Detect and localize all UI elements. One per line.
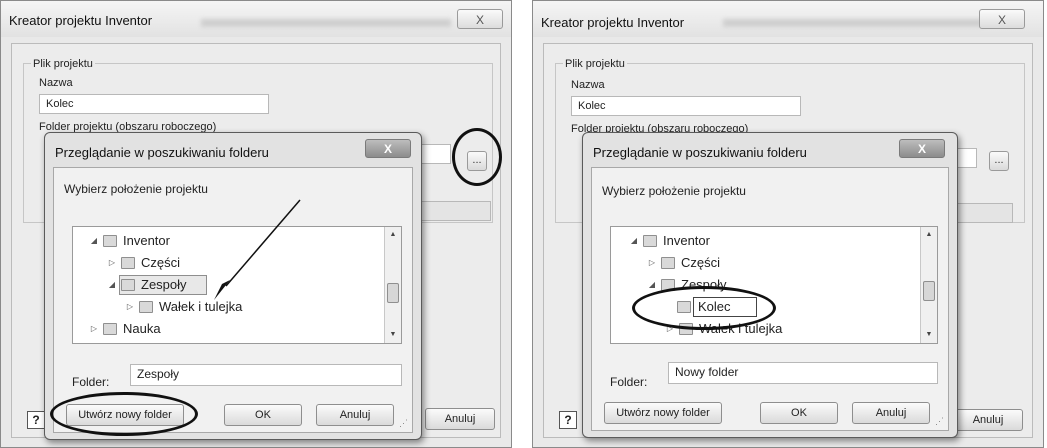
scroll-up-icon[interactable]: ▲	[921, 227, 937, 243]
expanded-arrow-icon[interactable]: ◢	[629, 231, 639, 251]
folder-name-input[interactable]: Nowy folder	[668, 362, 938, 384]
ok-button[interactable]: OK	[760, 402, 838, 424]
scroll-thumb[interactable]	[923, 281, 935, 301]
browse-button[interactable]: ...	[989, 151, 1009, 171]
annotation-arrow	[214, 199, 301, 300]
help-icon[interactable]: ?	[559, 411, 577, 429]
blurred-path	[723, 19, 983, 27]
left-screenshot: Kreator projektu Inventor X Plik projekt…	[0, 0, 512, 448]
dialog-prompt: Wybierz położenie projektu	[602, 184, 746, 198]
tree-item-label: Części	[681, 255, 721, 270]
wizard-title: Kreator projektu Inventor	[541, 15, 685, 30]
name-label: Nazwa	[571, 79, 605, 91]
wizard-close-button[interactable]: X	[979, 9, 1025, 29]
right-screenshot: Kreator projektu Inventor X Plik projekt…	[532, 0, 1044, 448]
group-label: Plik projektu	[563, 58, 627, 70]
folder-field-label: Folder:	[610, 375, 648, 389]
wizard-cancel-button[interactable]: Anuluj	[953, 409, 1023, 431]
wizard-title-bar: Kreator projektu Inventor X	[533, 1, 1043, 37]
tree-item[interactable]: ▷ Części	[611, 253, 937, 273]
dialog-close-button[interactable]: X	[899, 139, 945, 158]
folder-tree[interactable]: ◢ Inventor ▷ Części ◢ Zespoły Kolec ▷ Wa…	[610, 226, 938, 344]
tree-scrollbar[interactable]: ▲ ▼	[920, 227, 937, 343]
resize-grip-icon[interactable]: ⋰	[935, 416, 944, 427]
tree-item[interactable]: ◢ Inventor	[611, 231, 937, 251]
tree-item-label: Inventor	[663, 233, 710, 248]
collapsed-arrow-icon[interactable]: ▷	[647, 253, 657, 273]
dialog-title: Przeglądanie w poszukiwaniu folderu	[593, 145, 807, 160]
new-folder-button[interactable]: Utwórz nowy folder	[604, 402, 722, 424]
folder-icon	[643, 235, 657, 247]
cancel-button[interactable]: Anuluj	[852, 402, 930, 424]
highlight-ellipse-new-name	[632, 286, 776, 330]
scroll-down-icon[interactable]: ▼	[921, 327, 937, 343]
folder-icon	[661, 257, 675, 269]
arrow-line	[225, 199, 301, 287]
browse-folder-dialog: Przeglądanie w poszukiwaniu folderu X Wy…	[582, 132, 958, 438]
name-field[interactable]: Kolec	[571, 96, 801, 116]
